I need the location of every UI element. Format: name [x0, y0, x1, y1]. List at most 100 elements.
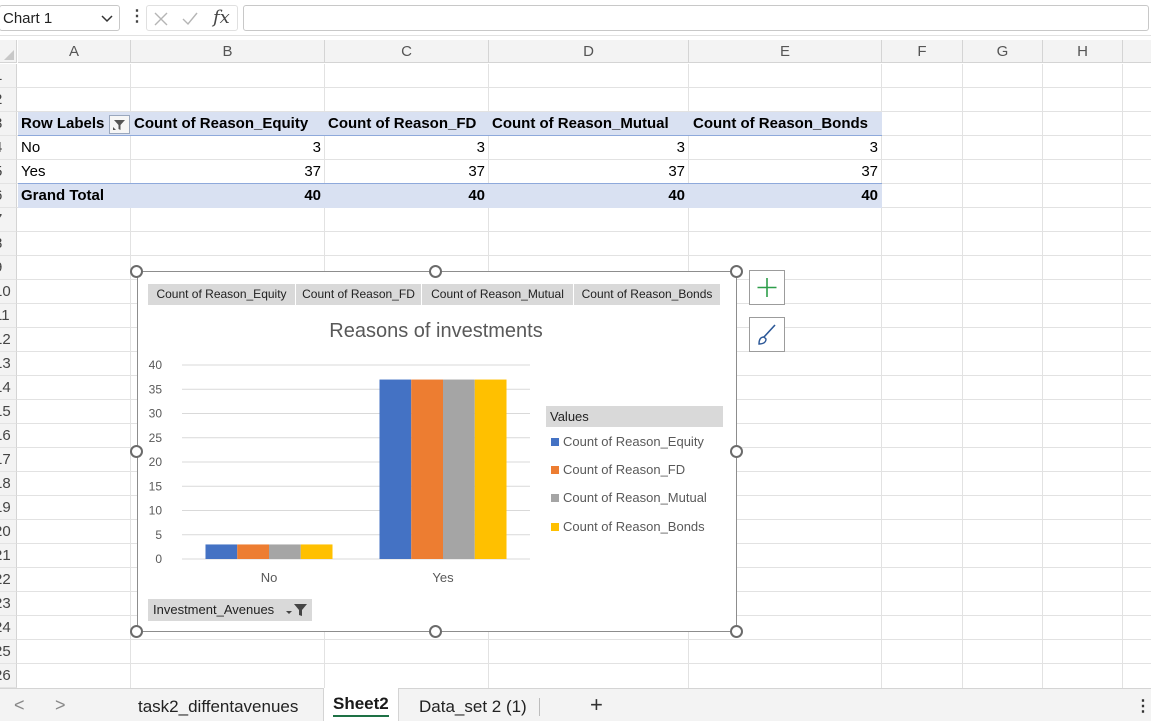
pivot-total-cell[interactable]: 40	[689, 184, 882, 208]
tab-sheet-data-set[interactable]: Data_set 2 (1)	[419, 697, 527, 717]
pivot-grand-total-label[interactable]: Grand Total	[21, 184, 104, 208]
column-header-h[interactable]: H	[1043, 40, 1123, 63]
pivot-cell[interactable]: 37	[325, 160, 489, 184]
row-header[interactable]: 16	[0, 424, 17, 448]
column-header-b[interactable]: B	[131, 40, 325, 63]
row-header[interactable]: 9	[0, 256, 17, 280]
pivot-total-cell[interactable]: 40	[131, 184, 325, 208]
resize-handle[interactable]	[429, 265, 442, 278]
pivot-cell[interactable]: 3	[489, 136, 689, 160]
pivot-cell[interactable]: 3	[689, 136, 882, 160]
chevron-down-icon[interactable]	[99, 10, 115, 26]
bar[interactable]	[379, 379, 412, 559]
row-labels-filter-button[interactable]	[109, 115, 130, 134]
row-header[interactable]: 23	[0, 592, 17, 616]
tab-sheet2[interactable]: Sheet2	[323, 688, 399, 721]
pivot-header-equity[interactable]: Count of Reason_Equity	[134, 112, 308, 136]
pivot-chart[interactable]: Count of Reason_Equity Count of Reason_F…	[137, 271, 737, 632]
insert-function-icon[interactable]: fx	[213, 7, 230, 28]
row-header[interactable]: 12	[0, 328, 17, 352]
resize-handle[interactable]	[730, 625, 743, 638]
tab-sheet-task2[interactable]: task2_diffentavenues	[138, 697, 298, 717]
plot-area[interactable]: 0 5 10 15 20 25 30 35 40 No Yes	[138, 272, 538, 592]
y-tick-label: 0	[155, 552, 162, 566]
row-header[interactable]: 5	[0, 160, 17, 184]
row-header[interactable]: 8	[0, 232, 17, 256]
enter-check-icon[interactable]	[181, 11, 199, 27]
legend-item-bonds[interactable]: Count of Reason_Bonds	[551, 518, 705, 536]
pivot-row-label[interactable]: Yes	[21, 160, 45, 184]
pivot-cell[interactable]: 37	[489, 160, 689, 184]
chart-elements-button[interactable]	[749, 270, 785, 305]
row-header[interactable]: 7	[0, 208, 17, 232]
bar[interactable]	[269, 544, 301, 559]
axis-field-button[interactable]: Investment_Avenues	[148, 599, 312, 621]
pivot-cell[interactable]: 37	[131, 160, 325, 184]
legend-item-mutual[interactable]: Count of Reason_Mutual	[551, 489, 707, 507]
select-all-button[interactable]	[0, 40, 17, 63]
legend-item-equity[interactable]: Count of Reason_Equity	[551, 433, 704, 451]
resize-handle[interactable]	[730, 445, 743, 458]
row-header[interactable]: 14	[0, 376, 17, 400]
row-header[interactable]: 15	[0, 400, 17, 424]
column-header-next[interactable]	[1123, 40, 1151, 63]
column-header-a[interactable]: A	[18, 40, 131, 63]
resize-handle[interactable]	[130, 445, 143, 458]
row-header[interactable]: 11	[0, 304, 17, 328]
column-header-e[interactable]: E	[689, 40, 882, 63]
row-header[interactable]: 25	[0, 640, 17, 664]
bar[interactable]	[237, 544, 269, 559]
bar[interactable]	[474, 379, 507, 559]
formula-input[interactable]	[243, 5, 1149, 31]
row-header[interactable]: 26	[0, 664, 17, 688]
resize-handle[interactable]	[429, 625, 442, 638]
row-header[interactable]: 6	[0, 184, 17, 208]
legend-label: Count of Reason_Mutual	[563, 490, 707, 505]
pivot-total-cell[interactable]: 40	[489, 184, 689, 208]
row-header[interactable]: 17	[0, 448, 17, 472]
row-header[interactable]: 18	[0, 472, 17, 496]
resize-handle[interactable]	[730, 265, 743, 278]
resize-handle[interactable]	[130, 265, 143, 278]
cancel-icon[interactable]	[153, 11, 169, 27]
bar[interactable]	[411, 379, 443, 559]
pivot-header-bonds[interactable]: Count of Reason_Bonds	[693, 112, 868, 136]
row-header[interactable]: 24	[0, 616, 17, 640]
column-header-f[interactable]: F	[882, 40, 963, 63]
row-header[interactable]: 1	[0, 64, 17, 88]
more-options-icon[interactable]: ⋮	[1135, 696, 1151, 716]
legend-title[interactable]: Values	[546, 406, 723, 427]
tab-scroll-right-icon[interactable]: >	[55, 695, 66, 716]
pivot-cell[interactable]: 3	[325, 136, 489, 160]
row-header[interactable]: 3	[0, 112, 17, 136]
pivot-row-label[interactable]: No	[21, 136, 40, 160]
row-header[interactable]: 22	[0, 568, 17, 592]
pivot-cell[interactable]: 3	[131, 136, 325, 160]
row-header[interactable]: 4	[0, 136, 17, 160]
resize-handle[interactable]	[130, 625, 143, 638]
add-sheet-button[interactable]: +	[590, 692, 603, 718]
pivot-total-cell[interactable]: 40	[325, 184, 489, 208]
legend-item-fd[interactable]: Count of Reason_FD	[551, 461, 685, 479]
row-header[interactable]: 2	[0, 88, 17, 112]
row-header[interactable]: 10	[0, 280, 17, 304]
pivot-header-fd[interactable]: Count of Reason_FD	[328, 112, 476, 136]
row-header[interactable]: 13	[0, 352, 17, 376]
pivot-header-mutual[interactable]: Count of Reason_Mutual	[492, 112, 669, 136]
row-header[interactable]: 19	[0, 496, 17, 520]
chart-field-button-bonds[interactable]: Count of Reason_Bonds	[574, 284, 720, 305]
column-header-g[interactable]: G	[963, 40, 1043, 63]
column-header-d[interactable]: D	[489, 40, 689, 63]
more-options-icon[interactable]: ⋮	[129, 7, 145, 27]
chart-styles-button[interactable]	[749, 317, 785, 352]
pivot-header-row-labels[interactable]: Row Labels	[21, 112, 104, 136]
row-header[interactable]: 20	[0, 520, 17, 544]
row-header[interactable]: 21	[0, 544, 17, 568]
pivot-cell[interactable]: 37	[689, 160, 882, 184]
bar[interactable]	[443, 379, 475, 559]
bar[interactable]	[205, 544, 238, 559]
bar[interactable]	[300, 544, 333, 559]
column-header-c[interactable]: C	[325, 40, 489, 63]
tab-scroll-left-icon[interactable]: <	[14, 695, 25, 716]
name-box[interactable]: Chart 1	[0, 5, 120, 31]
